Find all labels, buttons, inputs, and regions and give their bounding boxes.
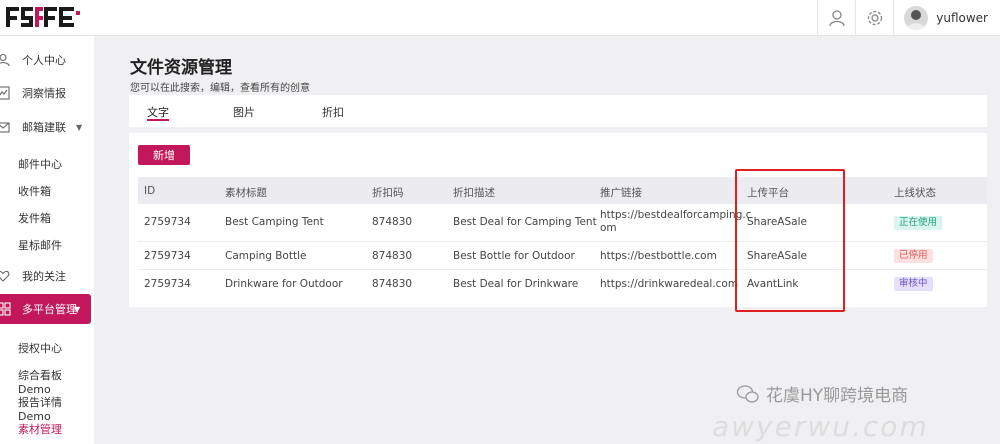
- cell-desc: Best Bottle for Outdoor: [453, 250, 575, 262]
- cell-id: 2759734: [144, 216, 191, 228]
- cell-title: Drinkware for Outdoor: [225, 278, 343, 290]
- header-actions: yuflower: [817, 0, 1000, 36]
- table-row[interactable]: 2759734 Camping Bottle 874830 Best Bottl…: [138, 242, 987, 270]
- page-title: 文件资源管理: [130, 58, 232, 78]
- sidebar-item-label: 多平台管理: [22, 303, 77, 316]
- cell-title: Camping Bottle: [225, 250, 307, 262]
- grid-icon: [0, 302, 11, 316]
- content-card: 新增 ID 素材标题 折扣码 折扣描述 推广链接 上传平台 上线状态 27597…: [129, 133, 987, 307]
- chevron-down-icon: ▼: [76, 122, 83, 132]
- table-row[interactable]: 2759734 Best Camping Tent 874830 Best De…: [138, 204, 987, 242]
- sidebar-item-label: 个人中心: [22, 54, 66, 67]
- cell-title: Best Camping Tent: [225, 216, 324, 228]
- sidebar-subitem-inbox[interactable]: 收件箱: [18, 183, 51, 199]
- sidebar-subitem-outbox[interactable]: 发件箱: [18, 210, 51, 226]
- content-tabs: 文字 图片 折扣: [129, 95, 987, 127]
- sidebar-item-label: 我的关注: [22, 270, 66, 283]
- table-header: ID 素材标题 折扣码 折扣描述 推广链接 上传平台 上线状态: [138, 177, 987, 204]
- url-watermark: awyerwu.com: [712, 410, 929, 443]
- tab-images[interactable]: 图片: [233, 104, 255, 120]
- cell-link[interactable]: https://bestbottle.com: [600, 250, 717, 263]
- chevron-down-icon: ▼: [74, 304, 81, 314]
- status-badge: 审核中: [894, 277, 933, 291]
- cell-link-wrap[interactable]: om: [600, 222, 617, 235]
- add-new-button[interactable]: 新增: [138, 145, 190, 165]
- trend-chart-icon: [0, 86, 10, 100]
- tab-text[interactable]: 文字: [147, 104, 169, 120]
- cell-code: 874830: [372, 216, 413, 228]
- sidebar-item-multi-platform[interactable]: 多平台管理 ▼: [0, 294, 91, 324]
- sidebar-subitem-auth-center[interactable]: 授权中心: [18, 340, 62, 356]
- cell-code: 874830: [372, 278, 413, 290]
- column-header-title: 素材标题: [225, 187, 267, 199]
- sidebar-item-personal-center[interactable]: 个人中心: [0, 48, 94, 72]
- status-badge: 正在使用: [894, 216, 943, 230]
- platform-column-highlight: [735, 169, 845, 312]
- username: yuflower: [936, 11, 988, 25]
- cell-id: 2759734: [144, 250, 191, 262]
- sidebar: 个人中心 洞察情报 邮箱建联 ▼ 邮件中心 收件箱 发件箱 星标邮件 我的关注 …: [0, 36, 94, 444]
- user-icon: [0, 53, 10, 67]
- cell-link[interactable]: https://bestdealforcamping.c: [600, 209, 751, 222]
- column-header-desc: 折扣描述: [453, 187, 495, 199]
- sidebar-item-label: 邮箱建联: [22, 121, 66, 134]
- tab-active-indicator: [147, 119, 169, 121]
- wechat-icon: [736, 384, 759, 403]
- avatar: [904, 6, 929, 30]
- profile-icon[interactable]: [817, 0, 855, 36]
- cell-link[interactable]: https://drinkwaredeal.com: [600, 278, 738, 291]
- sidebar-subitem-report-demo[interactable]: 报告详情Demo: [18, 394, 94, 423]
- brand-logo[interactable]: [6, 5, 80, 29]
- wechat-watermark: 花虞HY聊跨境电商: [736, 381, 908, 406]
- column-header-id: ID: [144, 185, 156, 197]
- status-badge: 已停用: [894, 249, 933, 263]
- sidebar-subitem-starred[interactable]: 星标邮件: [18, 237, 62, 253]
- cell-code: 874830: [372, 250, 413, 262]
- heart-icon: [0, 270, 10, 282]
- cell-id: 2759734: [144, 278, 191, 290]
- sidebar-item-insights[interactable]: 洞察情报: [0, 81, 94, 105]
- sidebar-item-following[interactable]: 我的关注: [0, 264, 94, 288]
- mail-icon: [0, 122, 10, 133]
- column-header-code: 折扣码: [372, 187, 404, 199]
- settings-gear-icon[interactable]: [855, 0, 893, 36]
- sidebar-item-label: 洞察情报: [22, 87, 66, 100]
- column-header-link: 推广链接: [600, 187, 642, 199]
- cell-desc: Best Deal for Camping Tent: [453, 216, 597, 228]
- tab-discounts[interactable]: 折扣: [322, 104, 344, 120]
- sidebar-subitem-mail-center[interactable]: 邮件中心: [18, 156, 62, 172]
- watermark-text: 花虞HY聊跨境电商: [766, 386, 909, 406]
- page-description: 您可以在此搜索，编辑，查看所有的创意: [130, 83, 310, 94]
- sidebar-subitem-asset-management[interactable]: 素材管理: [18, 421, 62, 437]
- sidebar-item-email-outreach[interactable]: 邮箱建联 ▼: [0, 115, 94, 139]
- top-bar: yuflower: [0, 0, 1000, 36]
- table-row[interactable]: 2759734 Drinkware for Outdoor 874830 Bes…: [138, 270, 987, 298]
- column-header-status: 上线状态: [894, 187, 936, 199]
- sidebar-subitem-dashboard-demo[interactable]: 综合看板Demo: [18, 367, 94, 396]
- cell-desc: Best Deal for Drinkware: [453, 278, 579, 290]
- user-menu[interactable]: yuflower: [893, 0, 1000, 36]
